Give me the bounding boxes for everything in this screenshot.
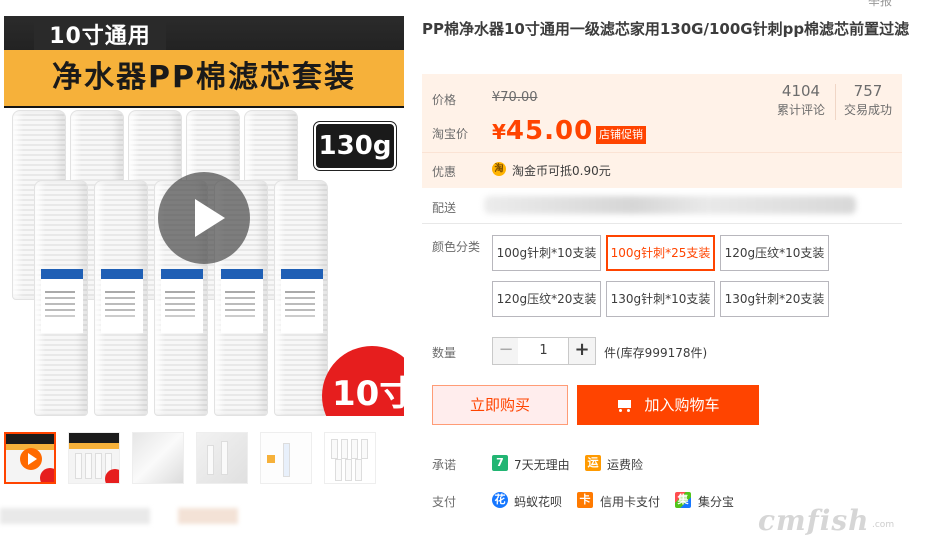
thumbnail-image[interactable]	[324, 432, 376, 484]
current-price: ¥45.00	[492, 116, 593, 146]
reviews-count: 4104	[781, 82, 821, 100]
price-panel: 价格 ¥70.00 淘宝价 ¥45.00 店铺促销 4104 累计评论 757 …	[422, 74, 902, 188]
quantity-input[interactable]: 1	[518, 337, 569, 365]
jifenbao-text[interactable]: 集分宝	[698, 493, 734, 510]
thumbnail-image[interactable]	[196, 432, 248, 484]
taobao-coin-icon: 淘	[492, 162, 506, 176]
shipping-insurance-icon: 运	[585, 455, 601, 471]
divider	[422, 152, 902, 153]
promotion-label: 优惠	[432, 165, 457, 179]
thumbnail-video[interactable]	[4, 432, 56, 484]
blurred-content	[178, 508, 238, 524]
watermark-domain: .com	[872, 520, 895, 530]
seven-day-return-icon: 7	[492, 455, 508, 471]
video-play-icon	[20, 448, 42, 470]
video-play-icon[interactable]	[158, 172, 250, 264]
thumbnail-strip	[4, 432, 404, 488]
stock-info: 件(库存999178件)	[604, 346, 708, 360]
promise-label: 承诺	[432, 458, 457, 472]
thumbnail-image[interactable]	[260, 432, 312, 484]
filter-label	[41, 269, 83, 333]
thumbnail-image[interactable]	[132, 432, 184, 484]
shipping-insurance-text[interactable]: 运费险	[607, 456, 643, 473]
sales-label: 交易成功	[843, 103, 892, 117]
filter-label	[161, 269, 203, 333]
credit-card-text[interactable]: 信用卡支付	[600, 493, 660, 510]
huabei-icon: 花	[492, 492, 508, 508]
sku-option-selected[interactable]: 100g针刺*25支装	[606, 235, 715, 271]
size-badge: 10寸	[322, 346, 404, 416]
main-product-image[interactable]: 10寸通用 净水器PP棉滤芯套装 130g 10寸	[4, 16, 404, 416]
quantity-label: 数量	[432, 346, 457, 360]
report-link[interactable]: 举报	[868, 0, 892, 9]
banner-main-text: 净水器PP棉滤芯套装	[4, 50, 404, 106]
sku-option[interactable]: 130g针刺*10支装	[606, 281, 715, 317]
filter-label	[221, 269, 263, 333]
shopping-cart-icon	[616, 398, 634, 412]
quantity-increase-button[interactable]: +	[568, 337, 596, 365]
store-promo-badge: 店铺促销	[596, 126, 646, 144]
currency-symbol: ¥	[492, 120, 506, 144]
watermark: cmfish	[758, 504, 870, 537]
add-to-cart-button[interactable]: 加入购物车	[577, 385, 759, 425]
sku-label: 颜色分类	[432, 240, 481, 254]
weight-badge: 130g	[314, 122, 396, 170]
price-label: 价格	[432, 93, 457, 107]
filter-cartridge	[274, 180, 328, 416]
reviews-label: 累计评论	[776, 103, 825, 117]
sku-option[interactable]: 120g压纹*10支装	[720, 235, 829, 271]
filter-label	[101, 269, 143, 333]
banner-top-text: 10寸通用	[34, 22, 166, 52]
blurred-content	[0, 508, 150, 524]
sales-count: 757	[853, 82, 883, 100]
huabei-text[interactable]: 蚂蚁花呗	[514, 493, 562, 510]
divider	[422, 223, 902, 224]
product-title: PP棉净水器10寸通用一级滤芯家用130G/100G针刺pp棉滤芯前置过滤	[422, 20, 910, 38]
sku-option[interactable]: 130g针刺*20支装	[720, 281, 829, 317]
delivery-info-blurred	[484, 196, 856, 214]
buy-now-button[interactable]: 立即购买	[432, 385, 568, 425]
quantity-decrease-button[interactable]: −	[492, 337, 520, 365]
add-to-cart-label: 加入购物车	[644, 396, 720, 414]
reviews-stat[interactable]: 4104 累计评论	[770, 82, 832, 120]
sales-stat: 757 交易成功	[838, 82, 898, 120]
seven-day-return-text[interactable]: 7天无理由	[514, 456, 570, 473]
coin-promotion-text: 淘金币可抵0.90元	[512, 164, 611, 178]
filter-cartridge	[34, 180, 88, 416]
stat-divider	[835, 84, 836, 120]
delivery-label: 配送	[432, 201, 457, 215]
filter-label	[281, 269, 323, 333]
current-price-value: 45.00	[505, 116, 594, 146]
sku-option[interactable]: 100g针刺*10支装	[492, 235, 601, 271]
jifenbao-icon: 集	[675, 492, 691, 508]
credit-card-icon: 卡	[577, 492, 593, 508]
thumbnail-image[interactable]	[68, 432, 120, 484]
taobao-price-label: 淘宝价	[432, 127, 469, 141]
original-price: ¥70.00	[492, 90, 538, 105]
filter-cartridge	[94, 180, 148, 416]
sku-option[interactable]: 120g压纹*20支装	[492, 281, 601, 317]
payment-label: 支付	[432, 495, 457, 509]
